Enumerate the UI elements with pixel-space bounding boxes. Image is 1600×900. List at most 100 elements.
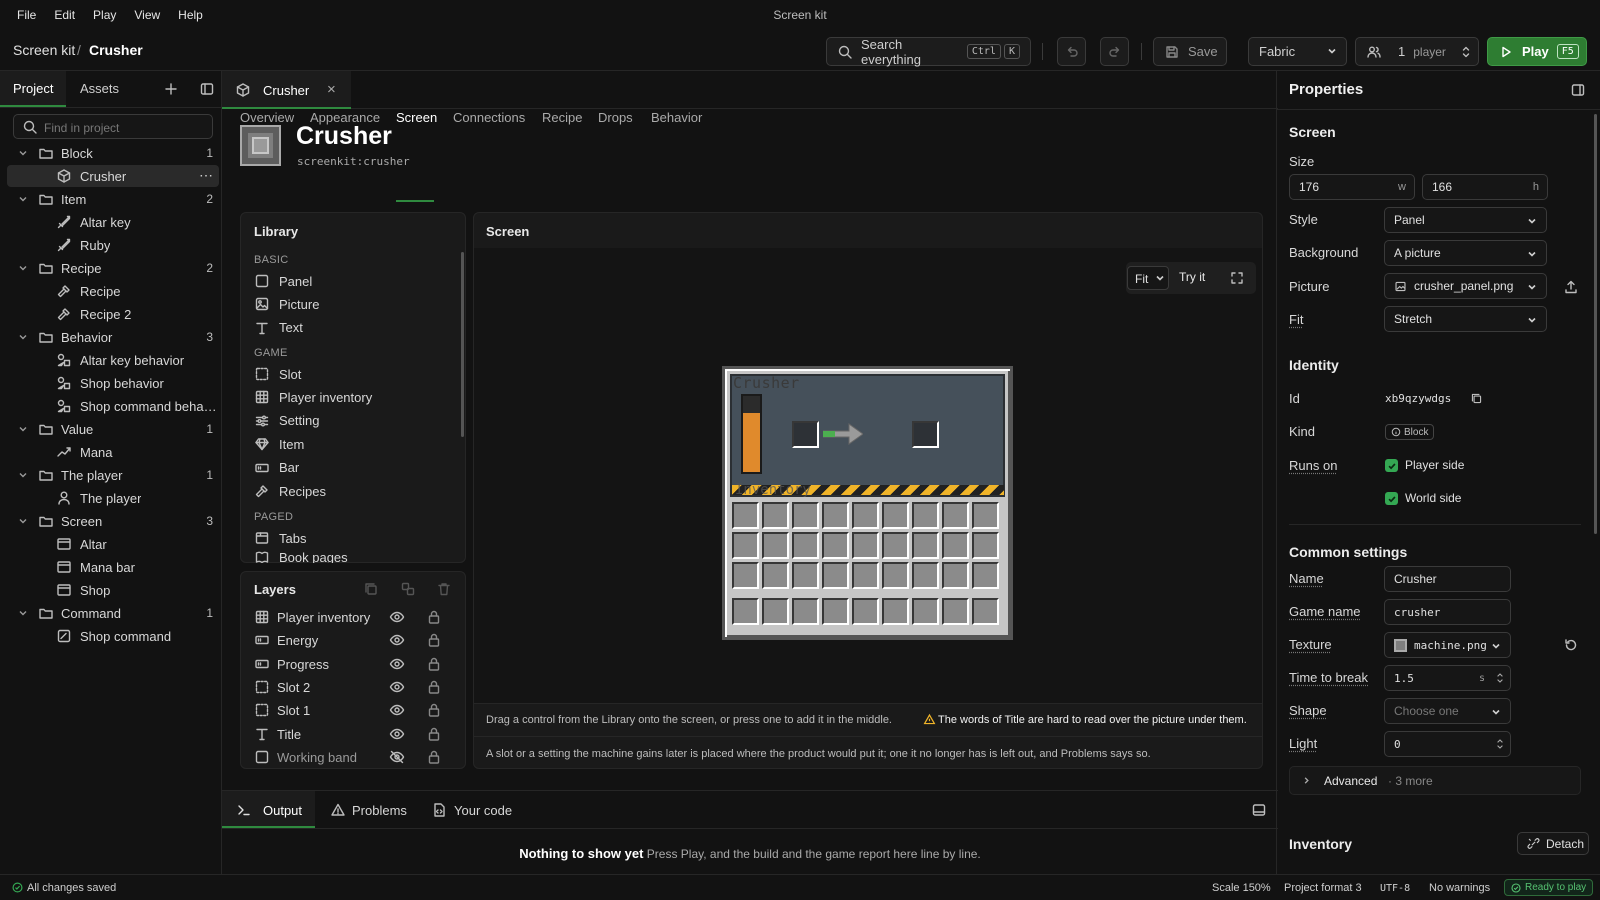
library-item-tabs[interactable]: Tabs — [254, 528, 306, 548]
library-item-book-pages[interactable]: Book pages — [254, 551, 348, 563]
fit-mode-select[interactable]: Stretch — [1384, 306, 1547, 332]
layer-row[interactable]: Title — [254, 724, 454, 744]
game-screen-preview[interactable]: Crusher Inventory — [722, 366, 1013, 640]
chevron-down-icon[interactable] — [18, 424, 28, 434]
name-input[interactable]: Crusher — [1384, 566, 1511, 592]
lock-icon[interactable] — [426, 679, 442, 695]
tree-item[interactable]: Mana bar — [7, 556, 219, 578]
advanced-expander[interactable]: Advanced · 3 more — [1289, 766, 1581, 795]
time-to-break-input[interactable]: 1.5 s — [1384, 665, 1511, 691]
lock-icon[interactable] — [426, 702, 442, 718]
layer-row[interactable]: Working band — [254, 747, 454, 767]
height-field[interactable]: 166 h — [1422, 174, 1548, 200]
tab-output[interactable]: Output — [222, 791, 315, 828]
fullscreen-icon[interactable] — [1229, 270, 1245, 286]
chevron-down-icon[interactable] — [18, 516, 28, 526]
tab-drops[interactable]: Drops — [598, 110, 633, 125]
eye-icon[interactable] — [389, 679, 405, 695]
lock-icon[interactable] — [426, 656, 442, 672]
tree-item[interactable]: Block 1 — [7, 142, 219, 164]
tree-item[interactable]: Command 1 — [7, 602, 219, 624]
chevron-down-icon[interactable] — [18, 608, 28, 618]
library-item-panel[interactable]: Panel — [254, 271, 312, 291]
picture-select[interactable]: crusher_panel.png — [1384, 273, 1547, 299]
reset-icon[interactable] — [1563, 637, 1579, 653]
upload-icon[interactable] — [1563, 279, 1579, 295]
eye-icon[interactable] — [389, 726, 405, 742]
tree-item[interactable]: Ruby — [7, 234, 219, 256]
copy-icon[interactable] — [1468, 390, 1484, 406]
tab-overview[interactable]: Overview — [240, 110, 294, 125]
tab-behavior[interactable]: Behavior — [651, 110, 702, 125]
layer-row[interactable]: Player inventory — [254, 607, 454, 627]
layer-row[interactable]: Progress — [254, 654, 454, 674]
tab-crusher[interactable]: Crusher × — [222, 71, 351, 109]
library-scrollbar[interactable] — [461, 252, 464, 437]
chevron-down-icon[interactable] — [18, 148, 28, 158]
panel-toggle-icon[interactable] — [1251, 802, 1267, 818]
library-item-player-inventory[interactable]: Player inventory — [254, 387, 372, 407]
redo-button[interactable] — [1100, 37, 1129, 66]
light-input[interactable]: 0 — [1384, 731, 1511, 757]
tree-item[interactable]: Shop — [7, 579, 219, 601]
play-button[interactable]: Play F5 — [1487, 37, 1587, 66]
project-search-input[interactable]: Find in project — [13, 114, 213, 139]
chevron-down-icon[interactable] — [18, 470, 28, 480]
loader-select[interactable]: Fabric — [1248, 37, 1347, 66]
tree-item[interactable]: Shop command behavior — [7, 395, 220, 417]
menu-help[interactable]: Help — [178, 8, 203, 22]
shape-select[interactable]: Choose one — [1384, 698, 1511, 724]
menu-file[interactable]: File — [17, 8, 36, 22]
tab-screen[interactable]: Screen — [396, 110, 437, 125]
scale-status[interactable]: Scale 150% — [1212, 882, 1271, 894]
lock-icon[interactable] — [426, 749, 442, 765]
fit-select[interactable]: Fit — [1127, 266, 1169, 290]
layer-row[interactable]: Slot 1 — [254, 700, 454, 720]
background-select[interactable]: A picture — [1384, 240, 1547, 266]
properties-scrollbar[interactable] — [1594, 114, 1597, 534]
code-file-icon[interactable] — [431, 802, 447, 818]
eye-icon[interactable] — [389, 702, 405, 718]
library-item-bar[interactable]: Bar — [254, 458, 299, 478]
library-item-slot[interactable]: Slot — [254, 364, 301, 384]
breadcrumb-project[interactable]: Screen kit — [13, 42, 75, 58]
more-icon[interactable]: ⋯ — [199, 167, 213, 184]
tree-item[interactable]: The player 1 — [7, 464, 219, 486]
tree-item[interactable]: Altar — [7, 533, 219, 555]
tree-item[interactable]: Mana — [7, 441, 219, 463]
texture-select[interactable]: machine.png — [1384, 632, 1511, 658]
stepper-arrows-icon[interactable] — [1496, 670, 1504, 686]
player-count-stepper[interactable]: 1 player — [1355, 37, 1479, 66]
sidebar-toggle-icon[interactable] — [199, 81, 215, 97]
trash-icon[interactable] — [436, 581, 452, 597]
tree-item[interactable]: Behavior 3 — [7, 326, 219, 348]
library-item-recipes[interactable]: Recipes — [254, 481, 326, 501]
add-icon[interactable] — [163, 81, 179, 97]
lock-icon[interactable] — [426, 632, 442, 648]
library-item-item[interactable]: Item — [254, 434, 304, 454]
search-everything-button[interactable]: Search everything Ctrl K — [826, 37, 1031, 67]
tab-project[interactable]: Project — [13, 81, 53, 96]
library-item-picture[interactable]: Picture — [254, 294, 319, 314]
tree-item[interactable]: Recipe — [7, 280, 219, 302]
layer-row[interactable]: Slot 2 — [254, 677, 454, 697]
tree-item[interactable]: Screen 3 — [7, 510, 219, 532]
layer-row[interactable]: Energy — [254, 630, 454, 650]
problems-icon[interactable] — [330, 802, 346, 818]
player-side-checkbox[interactable] — [1385, 459, 1398, 472]
world-side-checkbox[interactable] — [1385, 492, 1398, 505]
chevron-down-icon[interactable] — [18, 332, 28, 342]
library-item-text[interactable]: Text — [254, 318, 303, 338]
chevron-down-icon[interactable] — [18, 263, 28, 273]
width-field[interactable]: 176 w — [1289, 174, 1415, 200]
group-icon[interactable] — [400, 581, 416, 597]
detach-button[interactable]: Detach — [1517, 832, 1589, 855]
eye-icon[interactable] — [389, 609, 405, 625]
library-item-setting[interactable]: Setting — [254, 411, 319, 431]
save-button[interactable]: Save — [1153, 37, 1227, 66]
tree-item[interactable]: Recipe 2 — [7, 303, 219, 325]
duplicate-icon[interactable] — [363, 581, 379, 597]
undo-button[interactable] — [1057, 37, 1086, 66]
tree-item[interactable]: Crusher ⋯ — [7, 165, 219, 187]
tree-item[interactable]: Altar key behavior — [7, 349, 219, 371]
